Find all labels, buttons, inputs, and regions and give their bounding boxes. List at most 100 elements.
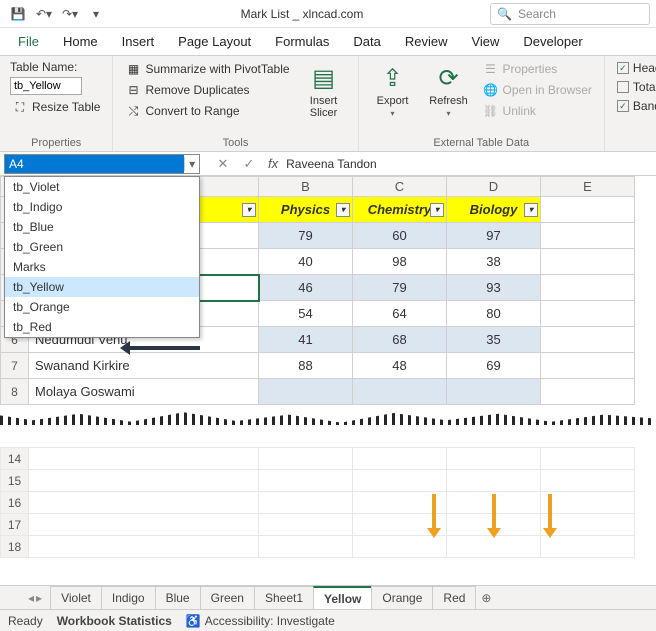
dropdown-item[interactable]: tb_Indigo — [5, 197, 199, 217]
table-name-label: Table Name: — [10, 60, 102, 74]
dropdown-item-selected[interactable]: tb_Yellow — [5, 277, 199, 297]
sheet-nav-prev-icon[interactable]: ◂ — [28, 591, 34, 605]
tab-home[interactable]: Home — [51, 28, 110, 55]
filter-icon[interactable]: ▾ — [430, 203, 444, 217]
title-bar: 💾 ↶▾ ↷▾ ▾ Mark List _ xlncad.com 🔍 Searc… — [0, 0, 656, 28]
sheet-nav-next-icon[interactable]: ▸ — [36, 591, 42, 605]
save-icon[interactable]: 💾 — [6, 2, 30, 26]
filter-icon[interactable]: ▾ — [524, 203, 538, 217]
torn-edge — [0, 405, 656, 429]
group-label-external: External Table Data — [369, 135, 594, 149]
sheet-tab[interactable]: Blue — [155, 586, 201, 609]
col-header[interactable]: D — [447, 177, 541, 197]
group-tools: ▦Summarize with PivotTable ⊟Remove Dupli… — [113, 56, 358, 151]
export-icon: ⇪ — [382, 64, 402, 93]
dropdown-item[interactable]: Marks — [5, 257, 199, 277]
banded-rows-checkbox[interactable]: ✓Banded Rows — [615, 98, 656, 114]
open-browser-button: 🌐Open in Browser — [481, 81, 594, 99]
tab-file[interactable]: File — [6, 28, 51, 55]
qat-more-icon[interactable]: ▾ — [84, 2, 108, 26]
total-row-checkbox[interactable]: Total Row — [615, 79, 656, 95]
tab-page-layout[interactable]: Page Layout — [166, 28, 263, 55]
workbook-stats-button[interactable]: Workbook Statistics — [57, 614, 172, 628]
accessibility-icon: ♿ — [186, 614, 201, 628]
insert-slicer-button[interactable]: ▤ Insert Slicer — [300, 60, 348, 119]
name-box[interactable]: ▾ — [4, 154, 200, 174]
sheet-tab-bar: ◂ ▸ Violet Indigo Blue Green Sheet1 Yell… — [0, 585, 656, 609]
sheet-tab[interactable]: Orange — [371, 586, 433, 609]
sheet-nav: ◂ ▸ — [28, 591, 50, 605]
remove-dup-icon: ⊟ — [125, 82, 141, 98]
formula-text[interactable]: Raveena Tandon — [286, 157, 377, 171]
tab-review[interactable]: Review — [393, 28, 460, 55]
sheet-tab[interactable]: Green — [200, 586, 255, 609]
status-bar: Ready Workbook Statistics ♿Accessibility… — [0, 609, 656, 631]
convert-icon: ⤭ — [125, 103, 141, 119]
add-sheet-icon[interactable]: ⊕ — [475, 587, 497, 609]
accept-formula-icon[interactable]: ✓ — [238, 154, 260, 174]
checkbox-checked-icon: ✓ — [617, 62, 629, 74]
sheet-tab[interactable]: Violet — [50, 586, 102, 609]
name-box-dropdown-icon[interactable]: ▾ — [184, 157, 199, 171]
annotation-arrow-down — [548, 494, 552, 530]
undo-icon[interactable]: ↶▾ — [32, 2, 56, 26]
checkbox-checked-icon: ✓ — [617, 100, 629, 112]
status-ready: Ready — [8, 614, 43, 628]
filter-icon[interactable]: ▾ — [242, 203, 256, 217]
dropdown-item[interactable]: tb_Violet — [5, 177, 199, 197]
convert-range-button[interactable]: ⤭Convert to Range — [123, 102, 291, 120]
dropdown-item[interactable]: tb_Red — [5, 317, 199, 337]
window-title: Mark List _ xlncad.com — [114, 7, 490, 21]
dropdown-item[interactable]: tb_Blue — [5, 217, 199, 237]
group-external: ⇪Export▾ ⟳Refresh▾ ☰Properties 🌐Open in … — [359, 56, 605, 151]
search-icon: 🔍 — [497, 7, 512, 21]
export-button[interactable]: ⇪Export▾ — [369, 60, 417, 118]
ext-properties-button: ☰Properties — [481, 60, 594, 78]
header-row-checkbox[interactable]: ✓Header Row — [615, 60, 656, 76]
table-name-input[interactable] — [10, 77, 82, 95]
browser-icon: 🌐 — [483, 82, 499, 98]
group-style-options: ✓Header Row Total Row ✓Banded Rows — [605, 56, 656, 151]
resize-table-button[interactable]: ⛶Resize Table — [10, 98, 102, 116]
name-box-dropdown: tb_Violet tb_Indigo tb_Blue tb_Green Mar… — [4, 176, 200, 338]
group-label-tools: Tools — [123, 135, 347, 149]
checkbox-icon — [617, 81, 629, 93]
group-label-properties: Properties — [10, 135, 102, 149]
annotation-arrow-down — [492, 494, 496, 530]
annotation-arrow-down — [432, 494, 436, 530]
sheet-tab[interactable]: Sheet1 — [254, 586, 314, 609]
slicer-icon: ▤ — [312, 64, 335, 93]
sheet-tab[interactable]: Indigo — [101, 586, 156, 609]
filter-icon[interactable]: ▾ — [336, 203, 350, 217]
col-header[interactable]: C — [353, 177, 447, 197]
sheet-tab-active[interactable]: Yellow — [313, 586, 372, 610]
tab-developer[interactable]: Developer — [511, 28, 594, 55]
dropdown-item[interactable]: tb_Orange — [5, 297, 199, 317]
name-box-input[interactable] — [5, 155, 184, 173]
summarize-pivot-button[interactable]: ▦Summarize with PivotTable — [123, 60, 291, 78]
annotation-arrow-left — [130, 346, 200, 350]
refresh-icon: ⟳ — [438, 64, 458, 93]
tab-data[interactable]: Data — [341, 28, 392, 55]
dropdown-item[interactable]: tb_Green — [5, 237, 199, 257]
cancel-formula-icon[interactable]: ✕ — [212, 154, 234, 174]
redo-icon[interactable]: ↷▾ — [58, 2, 82, 26]
accessibility-button[interactable]: ♿Accessibility: Investigate — [186, 614, 335, 628]
resize-icon: ⛶ — [12, 99, 28, 115]
unlink-icon: ⛓ — [483, 103, 499, 119]
table-header: Chemistry▾ — [353, 197, 447, 223]
remove-duplicates-button[interactable]: ⊟Remove Duplicates — [123, 81, 291, 99]
refresh-button[interactable]: ⟳Refresh▾ — [425, 60, 473, 118]
table-header: Biology▾ — [447, 197, 541, 223]
formula-bar-row: ▾ ✕ ✓ fx Raveena Tandon tb_Violet tb_Ind… — [0, 152, 656, 176]
tab-insert[interactable]: Insert — [110, 28, 167, 55]
fx-icon[interactable]: fx — [264, 156, 282, 171]
pivot-icon: ▦ — [125, 61, 141, 77]
sheet-tab[interactable]: Red — [432, 586, 476, 609]
col-header[interactable]: B — [259, 177, 353, 197]
tab-formulas[interactable]: Formulas — [263, 28, 341, 55]
col-header[interactable]: E — [541, 177, 635, 197]
tab-view[interactable]: View — [459, 28, 511, 55]
properties-icon: ☰ — [483, 61, 499, 77]
search-box[interactable]: 🔍 Search — [490, 3, 650, 25]
